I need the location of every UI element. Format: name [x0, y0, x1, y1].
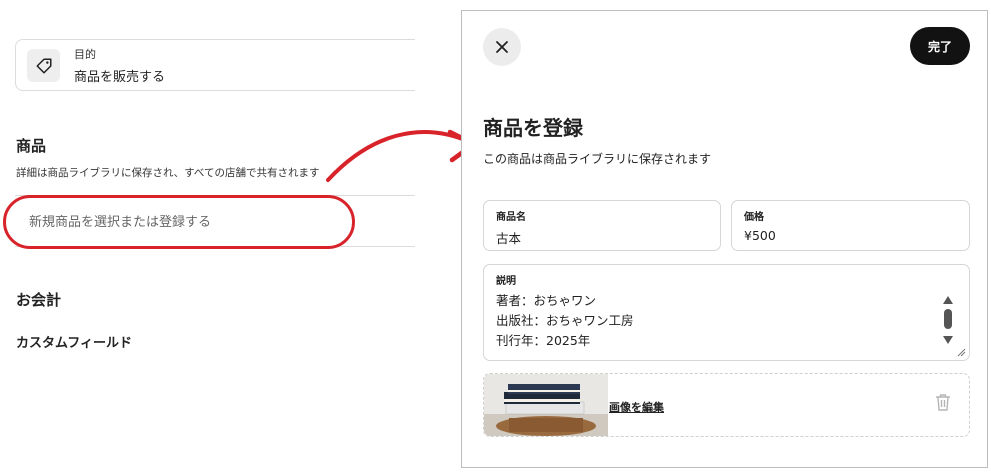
- done-button[interactable]: 完了: [910, 27, 970, 65]
- description-line: 出版社：おちゃワン工房: [496, 313, 634, 328]
- edit-image-link[interactable]: 画像を編集: [609, 399, 664, 415]
- products-description: 詳細は商品ライブラリに保存され、すべての店舗で共有されます: [16, 167, 320, 179]
- scrollbar-thumb[interactable]: [944, 309, 952, 329]
- description-text: 著者：おちゃワン 出版社：おちゃワン工房 刊行年：2025年: [496, 291, 634, 351]
- product-name-label: 商品名: [496, 212, 526, 223]
- trash-icon[interactable]: [935, 393, 951, 411]
- description-line: 刊行年：2025年: [496, 333, 591, 348]
- description-label: 説明: [496, 276, 516, 287]
- custom-fields-link[interactable]: カスタムフィールド: [16, 332, 132, 351]
- close-button[interactable]: [483, 28, 521, 66]
- resize-handle-icon[interactable]: [957, 348, 966, 357]
- description-field[interactable]: 説明 著者：おちゃワン 出版社：おちゃワン工房 刊行年：2025年: [483, 264, 970, 361]
- purpose-card[interactable]: 目的 商品を販売する: [15, 39, 415, 91]
- product-select-field[interactable]: 新規商品を選択または登録する: [15, 195, 415, 247]
- close-icon: [496, 41, 508, 53]
- purpose-label: 目的: [74, 48, 96, 61]
- price-value: ¥500: [744, 228, 776, 243]
- product-image-row: 画像を編集: [483, 373, 970, 437]
- register-product-modal: 完了 商品を登録 この商品は商品ライブラリに保存されます 商品名 古本 価格 ¥…: [461, 10, 988, 468]
- modal-subtitle: この商品は商品ライブラリに保存されます: [483, 152, 712, 166]
- description-line: 著者：おちゃワン: [496, 293, 597, 308]
- purpose-value: 商品を販売する: [74, 70, 166, 85]
- tag-icon: [27, 49, 60, 82]
- product-image: [484, 374, 608, 436]
- price-label: 価格: [744, 212, 764, 223]
- product-settings-page: 目的 商品を販売する 商品 詳細は商品ライブラリに保存され、すべての店舗で共有さ…: [0, 0, 415, 472]
- product-name-value: 古本: [496, 231, 522, 246]
- modal-title: 商品を登録: [483, 116, 583, 140]
- product-select-placeholder: 新規商品を選択または登録する: [29, 215, 212, 230]
- payment-section-title: お会計: [16, 291, 62, 309]
- price-field[interactable]: 価格 ¥500: [731, 200, 970, 251]
- product-name-field[interactable]: 商品名 古本: [483, 200, 721, 251]
- scroll-up-arrow-icon[interactable]: [943, 296, 953, 304]
- products-section-title: 商品: [16, 137, 47, 155]
- scroll-down-arrow-icon[interactable]: [943, 336, 953, 344]
